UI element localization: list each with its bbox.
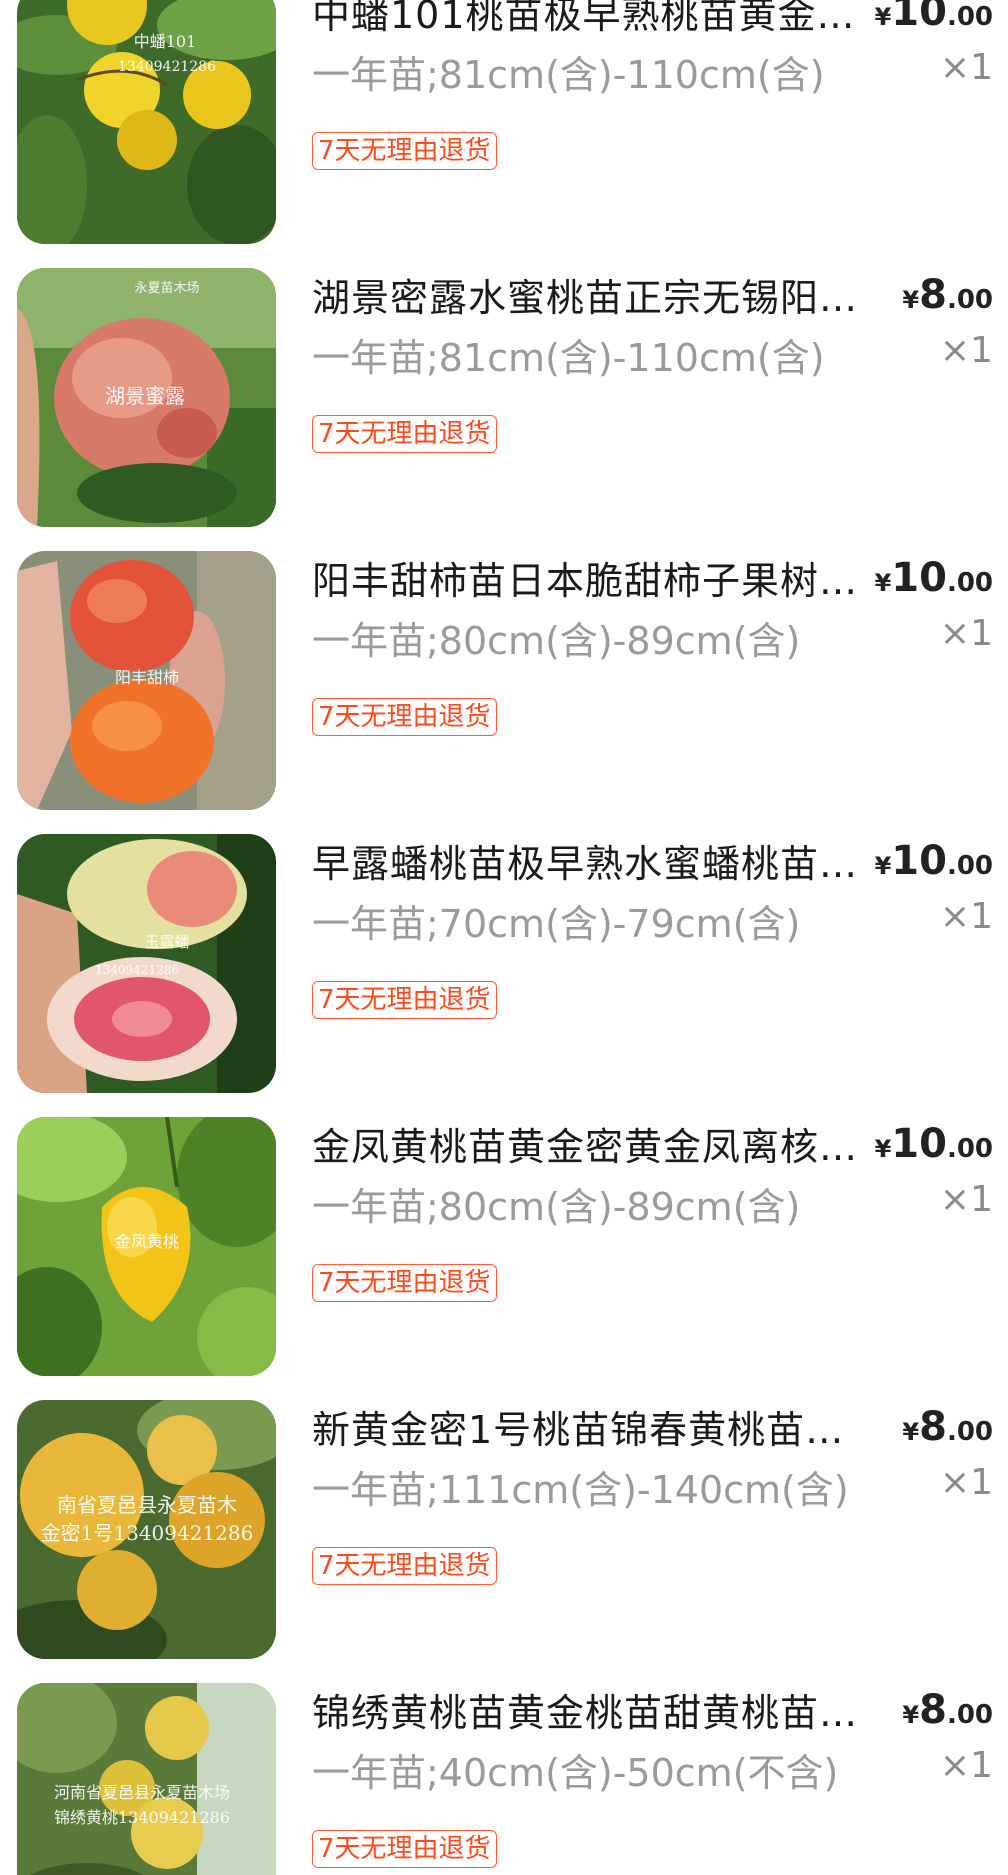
return-policy-badge: 7天无理由退货 (312, 698, 497, 736)
price-decimal: .00 (946, 1417, 993, 1447)
product-title[interactable]: 湖景密露水蜜桃苗正宗无锡阳… (312, 274, 872, 322)
quantity: ×1 (939, 1179, 993, 1220)
image-watermark: 湖景蜜露 (105, 384, 185, 408)
return-policy-badge: 7天无理由退货 (312, 981, 497, 1019)
product-title[interactable]: 锦绣黄桃苗黄金桃苗甜黄桃苗… (312, 1689, 872, 1737)
product-title[interactable]: 金凤黄桃苗黄金密黄金凤离核… (312, 1123, 872, 1171)
product-title[interactable]: 早露蟠桃苗极早熟水蜜蟠桃苗… (312, 840, 872, 888)
image-watermark: 13409421286 (95, 963, 179, 977)
product-spec: 一年苗;111cm(含)-140cm(含) (312, 1468, 849, 1512)
quantity: ×1 (939, 330, 993, 371)
product-price: ¥10.00 (875, 1121, 993, 1167)
image-watermark: 中蟠101 (134, 32, 197, 51)
product-image[interactable]: 中蟠101 13409421286 (17, 0, 276, 244)
quantity: ×1 (939, 1462, 993, 1503)
product-image[interactable]: 永夏苗木场 湖景蜜露 (17, 268, 276, 527)
quantity: ×1 (939, 47, 993, 88)
image-watermark: 南省夏邑县永夏苗木 (57, 1493, 237, 1517)
price-integer: 8 (919, 272, 947, 318)
price-decimal: .00 (946, 1134, 993, 1164)
order-item[interactable]: 南省夏邑县永夏苗木 金密1号13409421286 新黄金密1号桃苗锦春黄桃苗黄… (0, 1400, 1008, 1660)
product-spec: 一年苗;81cm(含)-110cm(含) (312, 53, 825, 97)
product-spec: 一年苗;81cm(含)-110cm(含) (312, 336, 825, 380)
product-image[interactable]: 金凤黄桃 (17, 1117, 276, 1376)
product-price: ¥8.00 (902, 272, 993, 318)
product-title[interactable]: 新黄金密1号桃苗锦春黄桃苗黄… (312, 1406, 872, 1454)
image-watermark: 13409421286 (118, 59, 216, 75)
currency-symbol: ¥ (902, 1418, 920, 1446)
product-title[interactable]: 中蟠101桃苗极早熟桃苗黄金… (312, 0, 872, 39)
product-price: ¥10.00 (875, 838, 993, 884)
order-item-list: 中蟠101 13409421286 中蟠101桃苗极早熟桃苗黄金… 一年苗;81… (0, 0, 1008, 1875)
product-price: ¥8.00 (902, 1687, 993, 1733)
image-watermark: 河南省夏邑县永夏苗木场 (54, 1783, 230, 1802)
product-image[interactable]: 玉露蟠 13409421286 (17, 834, 276, 1093)
order-item[interactable]: 中蟠101 13409421286 中蟠101桃苗极早熟桃苗黄金… 一年苗;81… (0, 0, 1008, 245)
svg-text:永夏苗木场: 永夏苗木场 (134, 281, 199, 296)
price-integer: 10 (891, 1121, 947, 1167)
currency-symbol: ¥ (902, 286, 920, 314)
order-item[interactable]: 河南省夏邑县永夏苗木场 锦绣黄桃13409421286 锦绣黄桃苗黄金桃苗甜黄桃… (0, 1683, 1008, 1875)
product-price: ¥10.00 (875, 555, 993, 601)
product-price: ¥10.00 (875, 0, 993, 35)
price-integer: 10 (891, 838, 947, 884)
image-watermark: 金凤黄桃 (115, 1232, 179, 1251)
product-title[interactable]: 阳丰甜柿苗日本脆甜柿子果树… (312, 557, 872, 605)
product-price: ¥8.00 (902, 1404, 993, 1450)
price-decimal: .00 (946, 568, 993, 598)
return-policy-badge: 7天无理由退货 (312, 415, 497, 453)
image-watermark: 金密1号13409421286 (41, 1521, 254, 1545)
currency-symbol: ¥ (874, 1135, 892, 1163)
product-spec: 一年苗;40cm(含)-50cm(不含) (312, 1751, 839, 1795)
currency-symbol: ¥ (874, 3, 892, 31)
currency-symbol: ¥ (874, 852, 892, 880)
quantity: ×1 (939, 1745, 993, 1786)
product-image[interactable]: 南省夏邑县永夏苗木 金密1号13409421286 (17, 1400, 276, 1659)
product-spec: 一年苗;80cm(含)-89cm(含) (312, 1185, 801, 1229)
price-integer: 10 (891, 0, 947, 35)
quantity: ×1 (939, 613, 993, 654)
return-policy-badge: 7天无理由退货 (312, 1547, 497, 1585)
price-decimal: .00 (946, 2, 993, 32)
order-item[interactable]: 金凤黄桃 金凤黄桃苗黄金密黄金凤离核… 一年苗;80cm(含)-89cm(含) … (0, 1117, 1008, 1377)
price-integer: 8 (919, 1687, 947, 1733)
product-image[interactable]: 阳丰甜柿 (17, 551, 276, 810)
return-policy-badge: 7天无理由退货 (312, 132, 497, 170)
product-image[interactable]: 河南省夏邑县永夏苗木场 锦绣黄桃13409421286 (17, 1683, 276, 1875)
order-item[interactable]: 阳丰甜柿 阳丰甜柿苗日本脆甜柿子果树… 一年苗;80cm(含)-89cm(含) … (0, 551, 1008, 811)
order-item[interactable]: 玉露蟠 13409421286 早露蟠桃苗极早熟水蜜蟠桃苗… 一年苗;70cm(… (0, 834, 1008, 1094)
return-policy-badge: 7天无理由退货 (312, 1830, 497, 1868)
price-integer: 10 (891, 555, 947, 601)
quantity: ×1 (939, 896, 993, 937)
order-item[interactable]: 永夏苗木场 湖景蜜露 湖景密露水蜜桃苗正宗无锡阳… 一年苗;81cm(含)-11… (0, 268, 1008, 528)
image-watermark: 锦绣黄桃13409421286 (54, 1808, 230, 1827)
image-watermark: 玉露蟠 (144, 933, 189, 951)
price-decimal: .00 (946, 1700, 993, 1730)
currency-symbol: ¥ (874, 569, 892, 597)
image-watermark: 阳丰甜柿 (115, 668, 179, 687)
price-decimal: .00 (946, 285, 993, 315)
price-integer: 8 (919, 1404, 947, 1450)
product-spec: 一年苗;80cm(含)-89cm(含) (312, 619, 801, 663)
product-spec: 一年苗;70cm(含)-79cm(含) (312, 902, 801, 946)
price-decimal: .00 (946, 851, 993, 881)
return-policy-badge: 7天无理由退货 (312, 1264, 497, 1302)
currency-symbol: ¥ (902, 1701, 920, 1729)
